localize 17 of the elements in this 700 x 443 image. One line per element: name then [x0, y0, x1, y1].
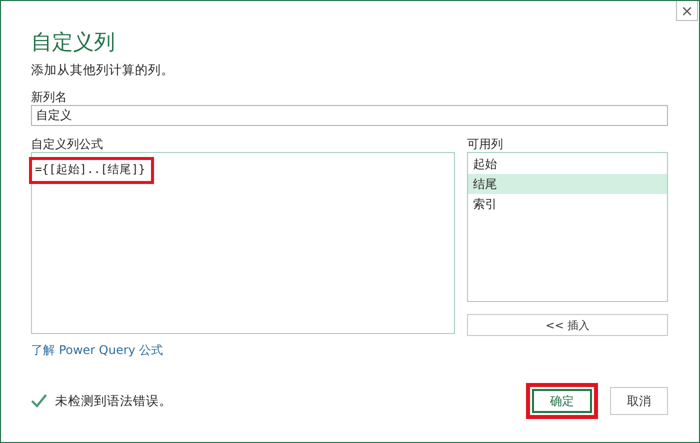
column-list-item[interactable]: 索引 [468, 194, 667, 214]
column-list-item[interactable]: 结尾 [468, 174, 667, 194]
column-list-item[interactable]: 起始 [468, 154, 667, 174]
close-button[interactable]: × [676, 1, 698, 21]
ok-button[interactable]: 确定 [526, 383, 598, 419]
insert-button[interactable]: << 插入 [467, 314, 668, 336]
dialog-title: 自定义列 [31, 29, 116, 56]
field-label: 自定义列公式 [31, 136, 104, 152]
formula-field[interactable]: ={[起始]..[结尾]} [31, 152, 455, 334]
field-label: 可用列 [467, 136, 504, 152]
cancel-button[interactable]: 取消 [610, 387, 668, 415]
status-message: 未检测到语法错误。 [55, 392, 172, 410]
formula-text: ={[起始]..[结尾]} [29, 157, 154, 184]
help-link[interactable]: 了解 Power Query 公式 [31, 343, 164, 357]
field-label: 新列名 [31, 89, 68, 105]
dialog-description: 添加从其他列计算的列。 [31, 62, 175, 79]
column-name-field[interactable]: 自定义 [31, 105, 668, 126]
